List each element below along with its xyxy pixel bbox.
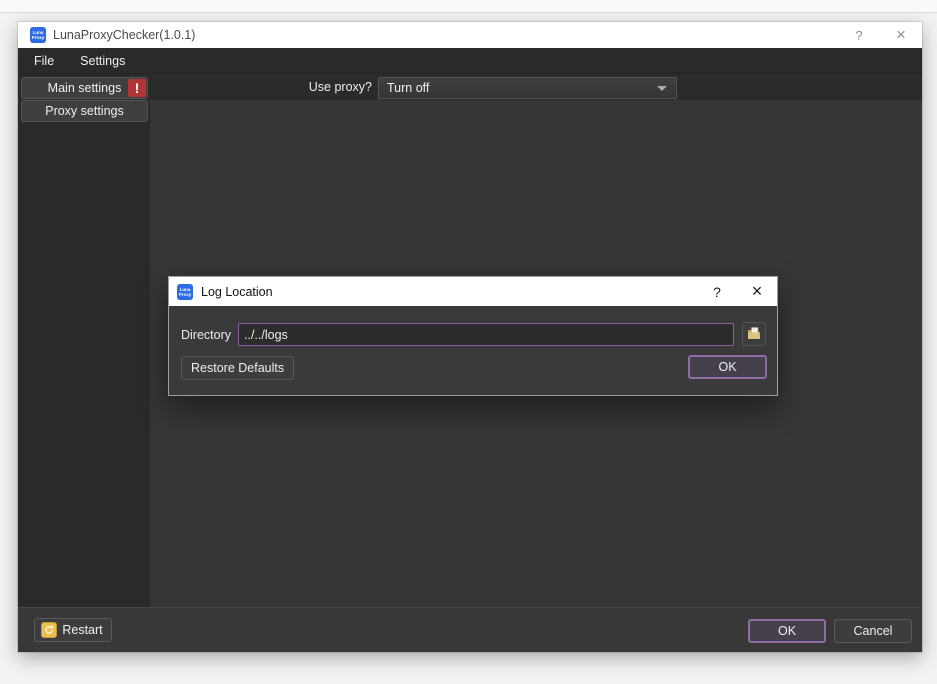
- app-logo-text-line2: Proxy: [179, 292, 192, 297]
- window-close-button[interactable]: ×: [880, 22, 922, 48]
- window-help-button[interactable]: ?: [838, 22, 880, 48]
- footer-cancel-button[interactable]: Cancel: [834, 619, 912, 643]
- app-logo-text-line2: Proxy: [32, 35, 45, 40]
- folder-open-icon: [746, 325, 762, 344]
- dialog-close-button[interactable]: ×: [737, 277, 777, 306]
- dialog-body: Directory Restore Defaults OK: [169, 306, 777, 396]
- restart-label: Restart: [62, 623, 102, 637]
- dialog-help-button[interactable]: ?: [697, 277, 737, 306]
- use-proxy-selected-value: Turn off: [387, 81, 429, 95]
- use-proxy-label: Use proxy?: [309, 74, 372, 100]
- app-window: Luna Proxy LunaProxyChecker(1.0.1) ? × F…: [18, 22, 922, 652]
- dialog-ok-button[interactable]: OK: [688, 355, 767, 379]
- sidebar: Main settings ! Proxy settings: [18, 74, 150, 607]
- dialog-controls: ? ×: [697, 277, 777, 306]
- window-title: LunaProxyChecker(1.0.1): [53, 28, 195, 42]
- window-titlebar[interactable]: Luna Proxy LunaProxyChecker(1.0.1) ? ×: [18, 22, 922, 48]
- app-logo-icon: Luna Proxy: [177, 284, 193, 300]
- menubar: File Settings: [18, 48, 922, 74]
- restart-button[interactable]: Restart: [34, 618, 112, 642]
- footer-ok-button[interactable]: OK: [748, 619, 826, 643]
- restart-icon: [41, 622, 57, 638]
- log-location-dialog: Luna Proxy Log Location ? × Directory: [168, 276, 778, 396]
- window-controls: ? ×: [838, 22, 922, 48]
- desktop-background-strip: [0, 0, 937, 12]
- menu-file[interactable]: File: [34, 48, 62, 74]
- dialog-title: Log Location: [201, 285, 273, 299]
- chevron-down-icon: [657, 86, 667, 91]
- desktop-divider-line: [0, 12, 937, 13]
- sidebar-tab-main-settings[interactable]: Main settings !: [21, 77, 148, 99]
- warning-badge: !: [128, 79, 146, 97]
- restore-defaults-button[interactable]: Restore Defaults: [181, 356, 294, 380]
- sidebar-tab-proxy-settings[interactable]: Proxy settings: [21, 100, 148, 122]
- menu-settings[interactable]: Settings: [72, 48, 133, 74]
- directory-label: Directory: [181, 323, 231, 346]
- app-logo-icon: Luna Proxy: [30, 27, 46, 43]
- sidebar-tab-label: Main settings: [48, 81, 122, 95]
- use-proxy-row: Use proxy? Turn off: [150, 74, 922, 100]
- dialog-titlebar[interactable]: Luna Proxy Log Location ? ×: [169, 277, 777, 306]
- directory-input[interactable]: [238, 323, 734, 346]
- footer-bar: Restart OK Cancel: [18, 607, 922, 652]
- sidebar-tab-label: Proxy settings: [45, 104, 124, 118]
- use-proxy-dropdown[interactable]: Turn off: [378, 77, 677, 99]
- browse-folder-button[interactable]: [742, 322, 766, 346]
